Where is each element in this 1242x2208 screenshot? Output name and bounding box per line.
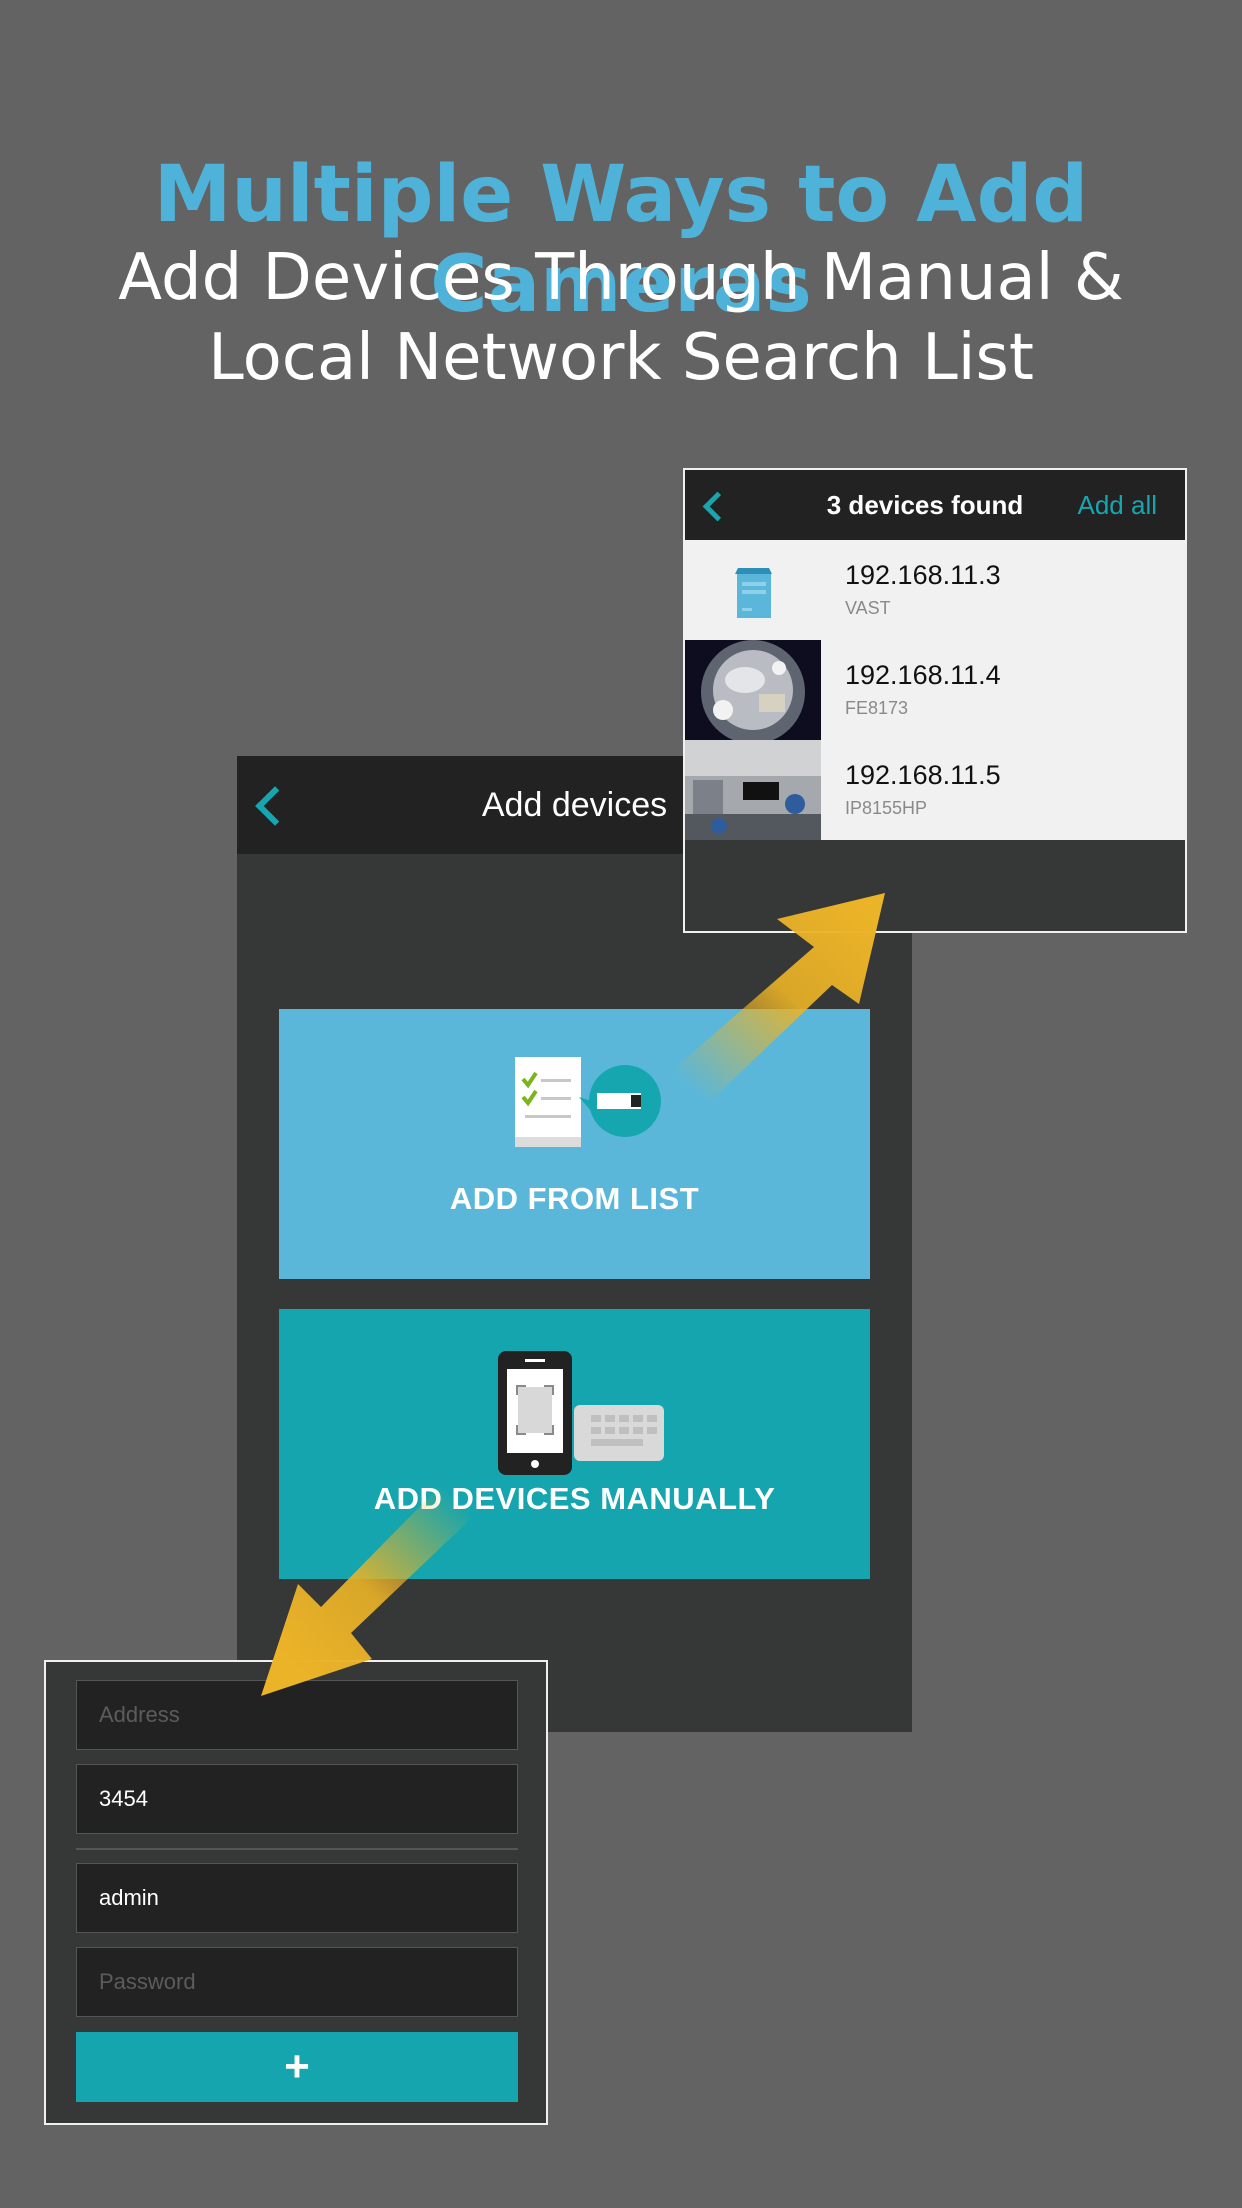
form-divider: [76, 1848, 518, 1850]
office-camera-thumbnail: [685, 740, 821, 840]
add-from-list-button[interactable]: ADD FROM LIST: [279, 1009, 870, 1279]
checklist-camera-icon: [515, 1057, 661, 1147]
password-input[interactable]: Password: [76, 1947, 518, 2017]
device-list-item[interactable]: 192.168.11.5 IP8155HP: [685, 740, 1185, 840]
phone-keyboard-icon: [498, 1351, 664, 1475]
plus-icon: +: [284, 2042, 310, 2091]
add-device-button[interactable]: +: [76, 2032, 518, 2102]
device-ip: 192.168.11.3: [845, 560, 1001, 590]
device-ip: 192.168.11.4: [845, 660, 1001, 690]
add-from-list-label: ADD FROM LIST: [449, 1181, 700, 1216]
device-search-list-panel: 3 devices found Add all 192.168.11.3 VAS…: [683, 468, 1187, 933]
device-ip: 192.168.11.5: [845, 760, 1001, 790]
add-devices-manually-button[interactable]: ADD DEVICES MANUALLY: [279, 1309, 870, 1579]
devices-found-title: 3 devices found: [826, 490, 1024, 520]
nvr-server-icon: [685, 540, 821, 640]
add-devices-manually-label: ADD DEVICES MANUALLY: [373, 1481, 776, 1516]
address-input[interactable]: Address: [76, 1680, 518, 1750]
promo-subline-line1: Add Devices Through Manual &: [118, 241, 1124, 315]
device-model: FE8173: [845, 698, 909, 718]
promo-subline-line2: Local Network Search List: [208, 321, 1034, 395]
device-list-item[interactable]: 192.168.11.4 FE8173: [685, 640, 1185, 740]
username-input[interactable]: admin: [76, 1863, 518, 1933]
port-input[interactable]: 3454: [76, 1764, 518, 1834]
add-all-button[interactable]: Add all: [1078, 470, 1158, 540]
device-model: IP8155HP: [845, 798, 928, 818]
device-list-item[interactable]: 192.168.11.3 VAST: [685, 540, 1185, 640]
manual-entry-form-panel: Address 3454 admin Password +: [44, 1660, 548, 2125]
back-chevron-icon[interactable]: [702, 491, 733, 522]
promo-subline: Add Devices Through Manual & Local Netwo…: [0, 238, 1242, 398]
device-list-header: 3 devices found Add all: [685, 470, 1185, 540]
fisheye-camera-thumbnail: [685, 640, 821, 740]
device-model: VAST: [845, 598, 891, 618]
